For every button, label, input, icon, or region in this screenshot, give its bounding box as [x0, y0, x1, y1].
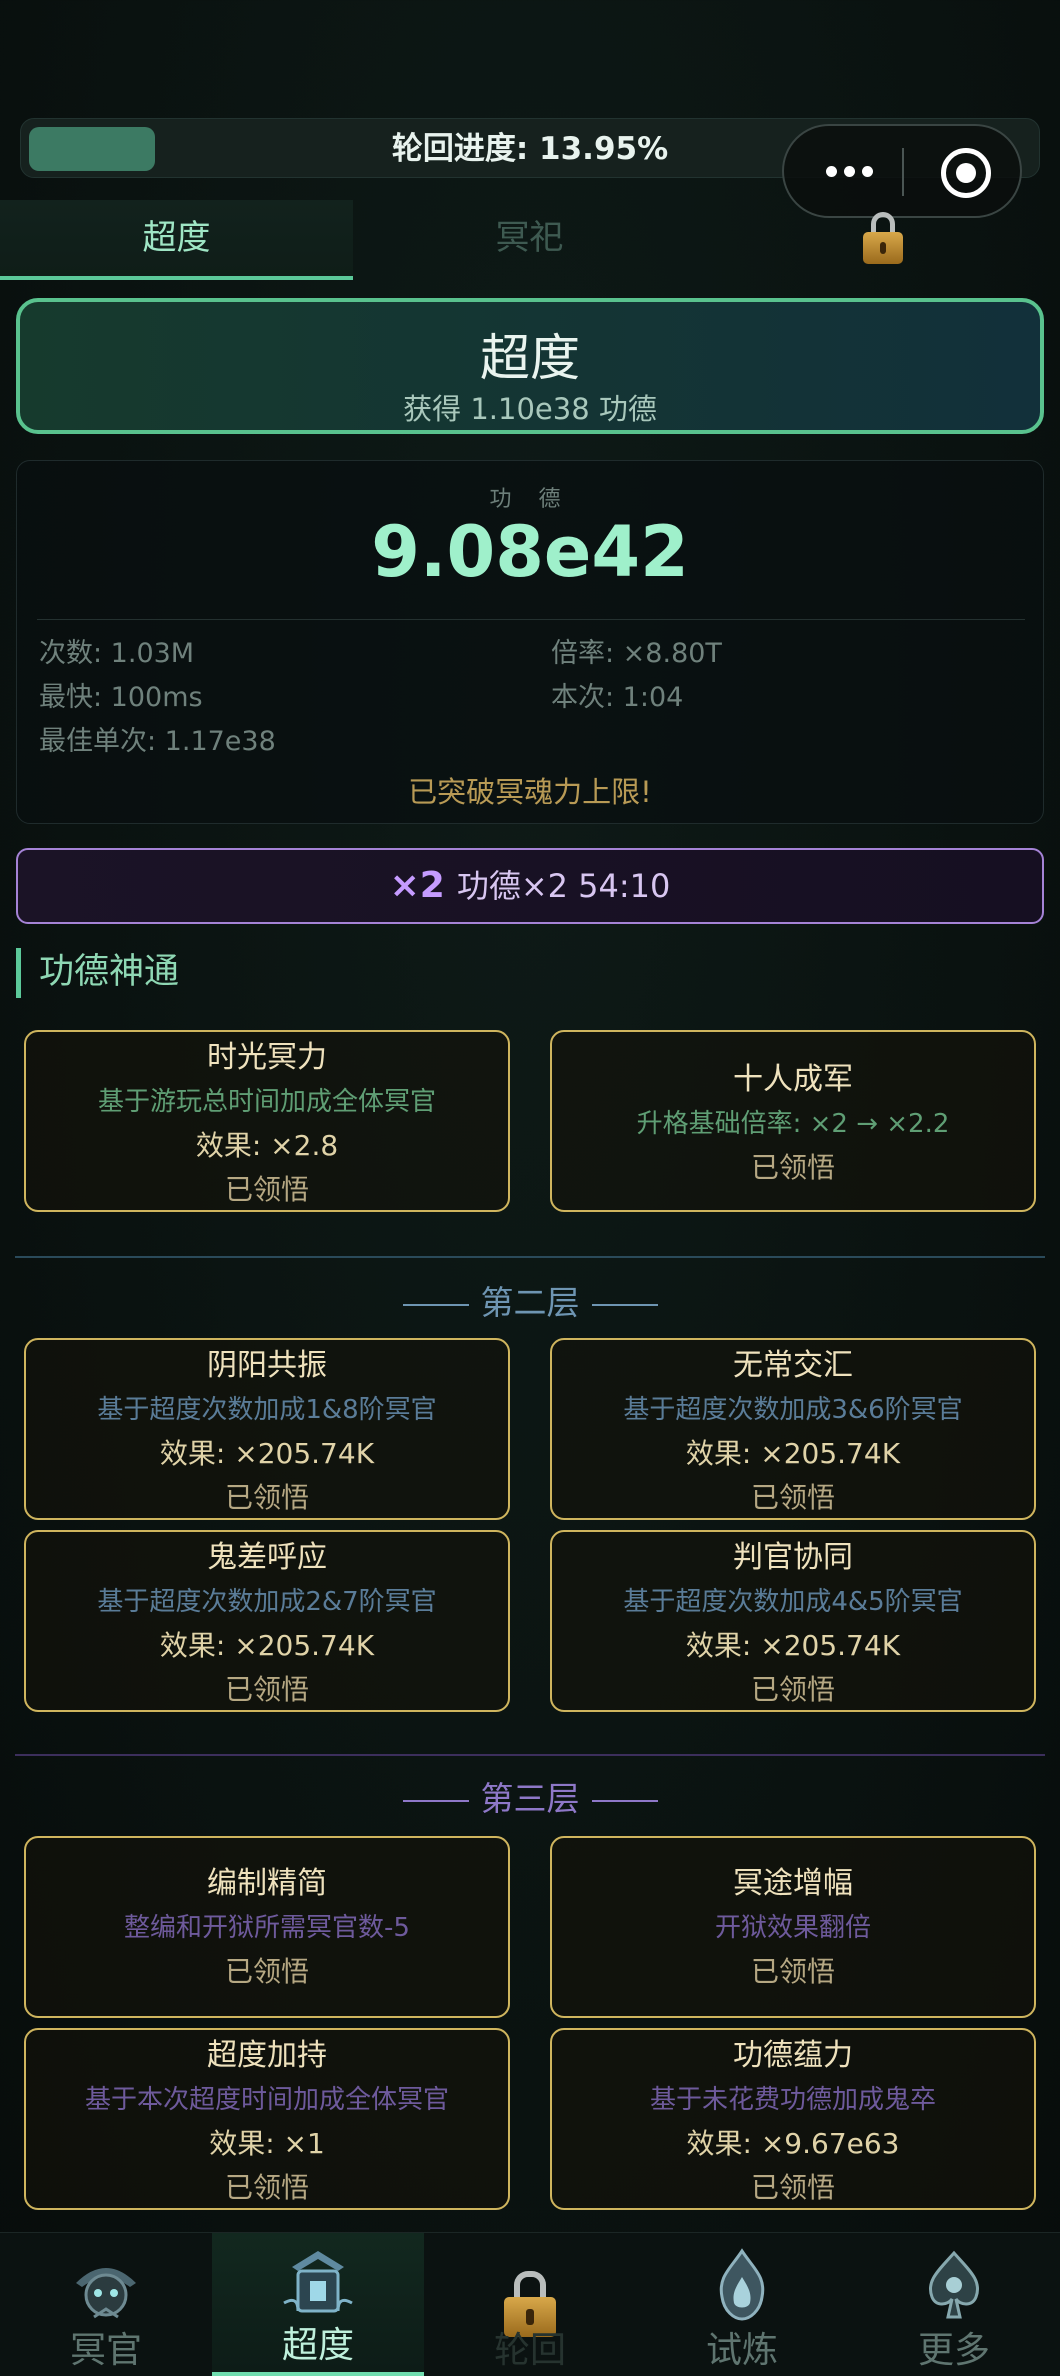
section-title: 功德神通 — [16, 948, 179, 998]
skill-title: 冥途增幅 — [733, 1866, 853, 1901]
skill-card[interactable]: 鬼差呼应 基于超度次数加成2&7阶冥官 效果: ×205.74K 已领悟 — [24, 1530, 510, 1712]
limit-notice: 已突破冥魂力上限! — [408, 775, 652, 809]
skill-card[interactable]: 超度加持 基于本次超度时间加成全体冥官 效果: ×1 已领悟 — [24, 2028, 510, 2210]
nav-more[interactable]: 更多 — [848, 2233, 1060, 2376]
bonus-text: 功德×2 54:10 — [456, 867, 671, 905]
skill-status: 已领悟 — [750, 1955, 835, 1988]
merit-stats-panel: 功 德 9.08e42 次数: 1.03M 倍率: ×8.80T 最快: 100… — [16, 460, 1044, 824]
skill-title: 无常交汇 — [733, 1348, 853, 1383]
merit-value: 9.08e42 — [371, 511, 689, 593]
nav-label: 冥官 — [69, 2330, 142, 2371]
skill-desc: 基于本次超度时间加成全体冥官 — [84, 2085, 449, 2115]
skill-card[interactable]: 功德蕴力 基于未花费功德加成鬼卒 效果: ×9.67e63 已领悟 — [550, 2028, 1036, 2210]
skill-status: 已领悟 — [750, 1481, 835, 1514]
close-miniprogram-icon[interactable] — [941, 148, 991, 198]
layer3-title: 第三层 — [480, 1779, 580, 1818]
skill-title: 阴阳共振 — [207, 1348, 327, 1383]
layer-divider — [15, 1754, 1045, 1756]
tab-mingsi[interactable]: 冥祀 — [353, 200, 706, 280]
stat-count: 次数: 1.03M — [39, 638, 195, 669]
skill-title: 超度加持 — [207, 2038, 327, 2073]
nav-label: 轮回 — [493, 2330, 566, 2371]
skill-card[interactable]: 阴阳共振 基于超度次数加成1&8阶冥官 效果: ×205.74K 已领悟 — [24, 1338, 510, 1520]
skill-title: 编制精简 — [207, 1866, 327, 1901]
skill-desc: 基于游玩总时间加成全体冥官 — [97, 1087, 436, 1117]
skill-card[interactable]: 时光冥力 基于游玩总时间加成全体冥官 效果: ×2.8 已领悟 — [24, 1030, 510, 1212]
skill-effect: 效果: ×205.74K — [685, 1629, 901, 1662]
chaodu-button[interactable]: 超度 获得 1.10e38 功德 — [16, 298, 1044, 434]
layer-divider — [15, 1256, 1045, 1258]
skill-status: 已领悟 — [224, 1673, 309, 1706]
stat-best-single: 最佳单次: 1.17e38 — [39, 726, 276, 757]
nav-shilian[interactable]: 试炼 — [636, 2233, 848, 2376]
skill-title: 鬼差呼应 — [207, 1540, 327, 1575]
skill-card[interactable]: 判官协同 基于超度次数加成4&5阶冥官 效果: ×205.74K 已领悟 — [550, 1530, 1036, 1712]
skill-desc: 基于未花费功德加成鬼卒 — [649, 2085, 936, 2115]
skill-status: 已领悟 — [750, 1673, 835, 1706]
skill-card[interactable]: 编制精简 整编和开狱所需冥官数-5 已领悟 — [24, 1836, 510, 2018]
layer2-header: 第二层 — [0, 1276, 1060, 1324]
merit-label: 功 德 — [489, 487, 571, 512]
nav-label: 试炼 — [705, 2330, 778, 2371]
skill-desc: 升格基础倍率: ×2 → ×2.2 — [636, 1109, 950, 1139]
tab-bar: 超度 冥祀 — [0, 200, 1060, 280]
nav-mingguan[interactable]: 冥官 — [0, 2233, 212, 2376]
skill-desc: 基于超度次数加成3&6阶冥官 — [623, 1395, 963, 1425]
ghost-officer-icon — [76, 2268, 136, 2319]
skill-desc: 整编和开狱所需冥官数-5 — [124, 1913, 410, 1943]
skill-status: 已领悟 — [224, 1173, 309, 1206]
stat-multiplier: 倍率: ×8.80T — [551, 638, 722, 669]
skill-effect: 效果: ×205.74K — [159, 1629, 375, 1662]
skill-title: 时光冥力 — [207, 1040, 327, 1075]
flame-icon — [719, 2248, 765, 2321]
stats-divider — [37, 619, 1025, 620]
skill-status: 已领悟 — [750, 1151, 835, 1184]
skill-desc: 基于超度次数加成1&8阶冥官 — [97, 1395, 437, 1425]
chaodu-button-subtitle: 获得 1.10e38 功德 — [403, 392, 657, 426]
skill-effect: 效果: ×205.74K — [685, 1437, 901, 1470]
tab-locked[interactable] — [706, 200, 1060, 280]
skill-card[interactable]: 无常交汇 基于超度次数加成3&6阶冥官 效果: ×205.74K 已领悟 — [550, 1338, 1036, 1520]
skill-effect: 效果: ×2.8 — [195, 1129, 339, 1162]
chaodu-button-title: 超度 — [480, 329, 580, 387]
skill-effect: 效果: ×9.67e63 — [686, 2127, 900, 2160]
skill-status: 已领悟 — [224, 1481, 309, 1514]
layer3-header: 第三层 — [0, 1772, 1060, 1820]
skill-desc: 开狱效果翻倍 — [714, 1913, 871, 1943]
stat-this-time: 本次: 1:04 — [551, 682, 684, 713]
bonus-badge: ×2 — [389, 865, 445, 906]
stat-fastest: 最快: 100ms — [39, 682, 203, 713]
nav-label: 更多 — [917, 2330, 990, 2371]
skill-status: 已领悟 — [750, 2171, 835, 2204]
nav-lunhui[interactable]: 轮回 — [424, 2233, 636, 2376]
skill-desc: 基于超度次数加成4&5阶冥官 — [623, 1587, 963, 1617]
skill-effect: 效果: ×1 — [209, 2127, 325, 2160]
tab-chaodu[interactable]: 超度 — [0, 200, 353, 280]
skill-status: 已领悟 — [224, 1955, 309, 1988]
skill-card[interactable]: 十人成军 升格基础倍率: ×2 → ×2.2 已领悟 — [550, 1030, 1036, 1212]
skill-desc: 基于超度次数加成2&7阶冥官 — [97, 1587, 437, 1617]
skill-title: 十人成军 — [733, 1062, 853, 1097]
skill-status: 已领悟 — [224, 2171, 309, 2204]
lock-icon — [863, 212, 903, 264]
merit-bonus-bar[interactable]: ×2 功德×2 54:10 — [16, 848, 1044, 924]
skill-title: 功德蕴力 — [733, 2038, 853, 2073]
bottom-nav: 冥官 超度 轮回 试炼 更多 — [0, 2232, 1060, 2376]
nav-label: 超度 — [281, 2325, 354, 2366]
spade-icon — [929, 2250, 979, 2319]
layer2-title: 第二层 — [480, 1283, 580, 1322]
capsule-divider — [902, 148, 904, 196]
skill-card[interactable]: 冥途增幅 开狱效果翻倍 已领悟 — [550, 1836, 1036, 2018]
skill-effect: 效果: ×205.74K — [159, 1437, 375, 1470]
nav-chaodu[interactable]: 超度 — [212, 2233, 424, 2376]
skill-title: 判官协同 — [733, 1540, 853, 1575]
temple-icon — [283, 2251, 353, 2313]
